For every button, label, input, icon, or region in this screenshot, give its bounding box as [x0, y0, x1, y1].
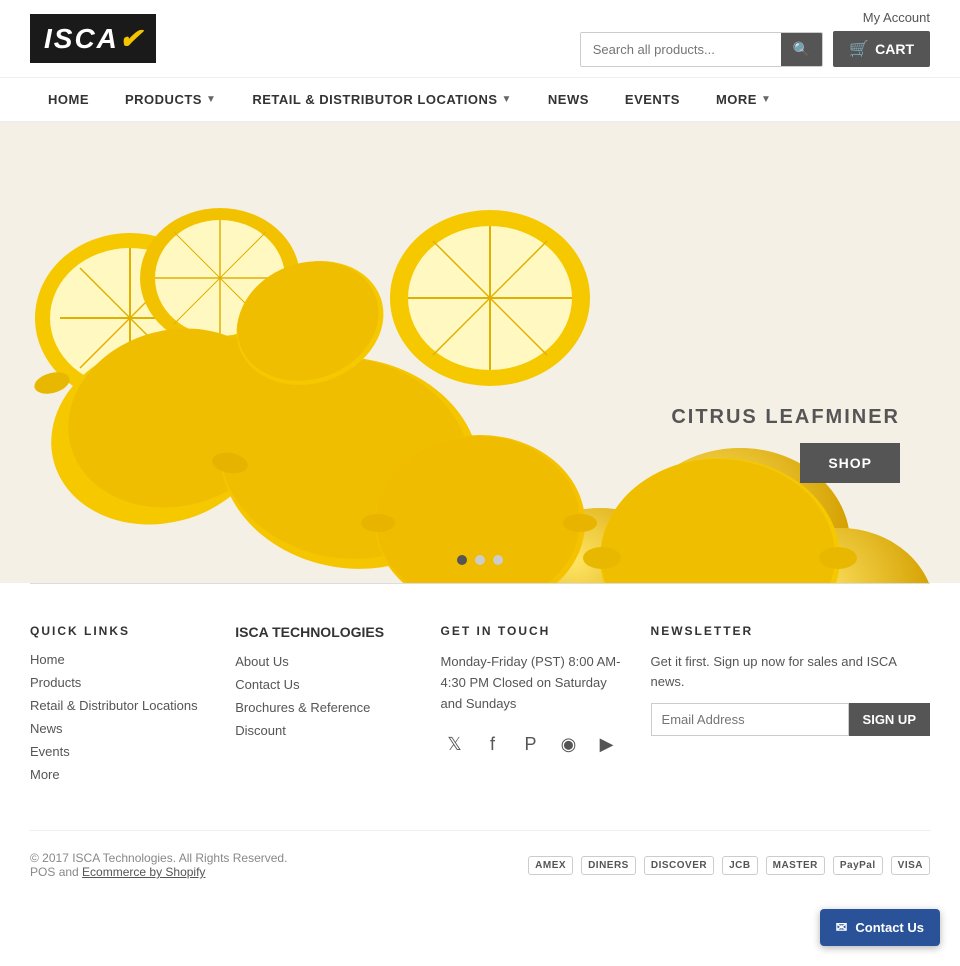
search-box: 🔍 — [580, 32, 823, 67]
nav-events[interactable]: EVENTS — [607, 78, 698, 121]
main-nav: HOME PRODUCTS ▼ RETAIL & DISTRIBUTOR LOC… — [0, 78, 960, 123]
footer-newsletter: NEWSLETTER Get it first. Sign up now for… — [651, 624, 930, 790]
floating-contact-label: Contact Us — [855, 920, 924, 935]
payment-diners: DINERS — [581, 856, 636, 875]
cart-icon: 🛒 — [849, 39, 869, 59]
hero-illustration — [0, 123, 960, 583]
isca-tech-title: ISCA TECHNOLOGIES — [235, 624, 410, 640]
search-input[interactable] — [581, 33, 781, 66]
logo[interactable]: ISCA ✔ — [30, 14, 156, 63]
hero-text-overlay: CITRUS LEAFMINER SHOP — [671, 406, 900, 483]
nav-retail-distributor[interactable]: RETAIL & DISTRIBUTOR LOCATIONS ▼ — [234, 78, 530, 121]
envelope-icon: ✉ — [836, 919, 848, 936]
my-account-link[interactable]: My Account — [863, 10, 930, 25]
pos-text: POS — [30, 865, 55, 879]
carousel-dot-1[interactable] — [457, 555, 467, 565]
social-icons: 𝕏 f P ◉ ▶ — [441, 730, 621, 758]
cart-button[interactable]: 🛒 CART — [833, 31, 930, 67]
floating-contact-button[interactable]: ✉ Contact Us — [820, 909, 940, 946]
carousel-dots — [457, 555, 503, 565]
get-in-touch-title: GET IN TOUCH — [441, 624, 621, 638]
chevron-down-icon: ▼ — [206, 94, 216, 105]
instagram-icon[interactable]: ◉ — [555, 730, 583, 758]
footer: QUICK LINKS Home Products Retail & Distr… — [0, 584, 960, 899]
carousel-dot-2[interactable] — [475, 555, 485, 565]
nav-news[interactable]: NEWS — [530, 78, 607, 121]
contact-hours: Monday-Friday (PST) 8:00 AM- 4:30 PM Clo… — [441, 652, 621, 714]
pinterest-icon[interactable]: P — [517, 730, 545, 758]
newsletter-email-input[interactable] — [651, 703, 849, 736]
carousel-dot-3[interactable] — [493, 555, 503, 565]
footer-link-retail[interactable]: Retail & Distributor Locations — [30, 698, 205, 713]
logo-text: ISCA — [44, 23, 119, 55]
payment-discover: DISCOVER — [644, 856, 714, 875]
footer-link-home[interactable]: Home — [30, 652, 205, 667]
payment-paypal: PayPal — [833, 856, 883, 875]
footer-link-brochures[interactable]: Brochures & Reference — [235, 700, 410, 715]
payment-icons: AMEX DINERS DISCOVER JCB MASTER PayPal V… — [528, 856, 930, 875]
header-right: My Account 🔍 🛒 CART — [580, 10, 930, 67]
footer-link-more[interactable]: More — [30, 767, 205, 782]
search-button[interactable]: 🔍 — [781, 33, 822, 66]
logo-area: ISCA ✔ — [30, 14, 156, 63]
footer-link-news[interactable]: News — [30, 721, 205, 736]
logo-checkmark: ✔ — [119, 22, 142, 55]
nav-home[interactable]: HOME — [30, 78, 107, 121]
payment-amex: AMEX — [528, 856, 573, 875]
hero-banner: CITRUS LEAFMINER SHOP — [0, 123, 960, 583]
youtube-icon[interactable]: ▶ — [593, 730, 621, 758]
twitter-icon[interactable]: 𝕏 — [441, 730, 469, 758]
footer-get-in-touch: GET IN TOUCH Monday-Friday (PST) 8:00 AM… — [441, 624, 621, 790]
footer-bottom: © 2017 ISCA Technologies. All Rights Res… — [30, 830, 930, 879]
newsletter-description: Get it first. Sign up now for sales and … — [651, 652, 930, 691]
payment-mastercard: MASTER — [766, 856, 825, 875]
nav-products[interactable]: PRODUCTS ▼ — [107, 78, 234, 121]
header: ISCA ✔ My Account 🔍 🛒 CART — [0, 0, 960, 78]
payment-visa: VISA — [891, 856, 930, 875]
nav-more[interactable]: MORE ▼ — [698, 78, 789, 121]
ecommerce-link[interactable]: Ecommerce by Shopify — [82, 865, 205, 879]
shop-button[interactable]: SHOP — [800, 443, 900, 483]
footer-link-about[interactable]: About Us — [235, 654, 410, 669]
newsletter-form: SIGN UP — [651, 703, 930, 736]
footer-link-events[interactable]: Events — [30, 744, 205, 759]
facebook-icon[interactable]: f — [479, 730, 507, 758]
footer-link-discount[interactable]: Discount — [235, 723, 410, 738]
quick-links-title: QUICK LINKS — [30, 624, 205, 638]
footer-link-products[interactable]: Products — [30, 675, 205, 690]
footer-copyright: © 2017 ISCA Technologies. All Rights Res… — [30, 851, 287, 879]
footer-isca-tech: ISCA TECHNOLOGIES About Us Contact Us Br… — [235, 624, 410, 790]
footer-link-contact[interactable]: Contact Us — [235, 677, 410, 692]
payment-jcb: JCB — [722, 856, 758, 875]
search-cart-row: 🔍 🛒 CART — [580, 31, 930, 67]
footer-quick-links: QUICK LINKS Home Products Retail & Distr… — [30, 624, 205, 790]
hero-badge-text: CITRUS LEAFMINER — [671, 406, 900, 429]
chevron-down-icon: ▼ — [502, 94, 512, 105]
chevron-down-icon: ▼ — [761, 94, 771, 105]
newsletter-signup-button[interactable]: SIGN UP — [849, 703, 930, 736]
cart-label: CART — [875, 41, 914, 57]
footer-grid: QUICK LINKS Home Products Retail & Distr… — [30, 624, 930, 790]
hero-background: CITRUS LEAFMINER SHOP — [0, 123, 960, 583]
newsletter-title: NEWSLETTER — [651, 624, 930, 638]
